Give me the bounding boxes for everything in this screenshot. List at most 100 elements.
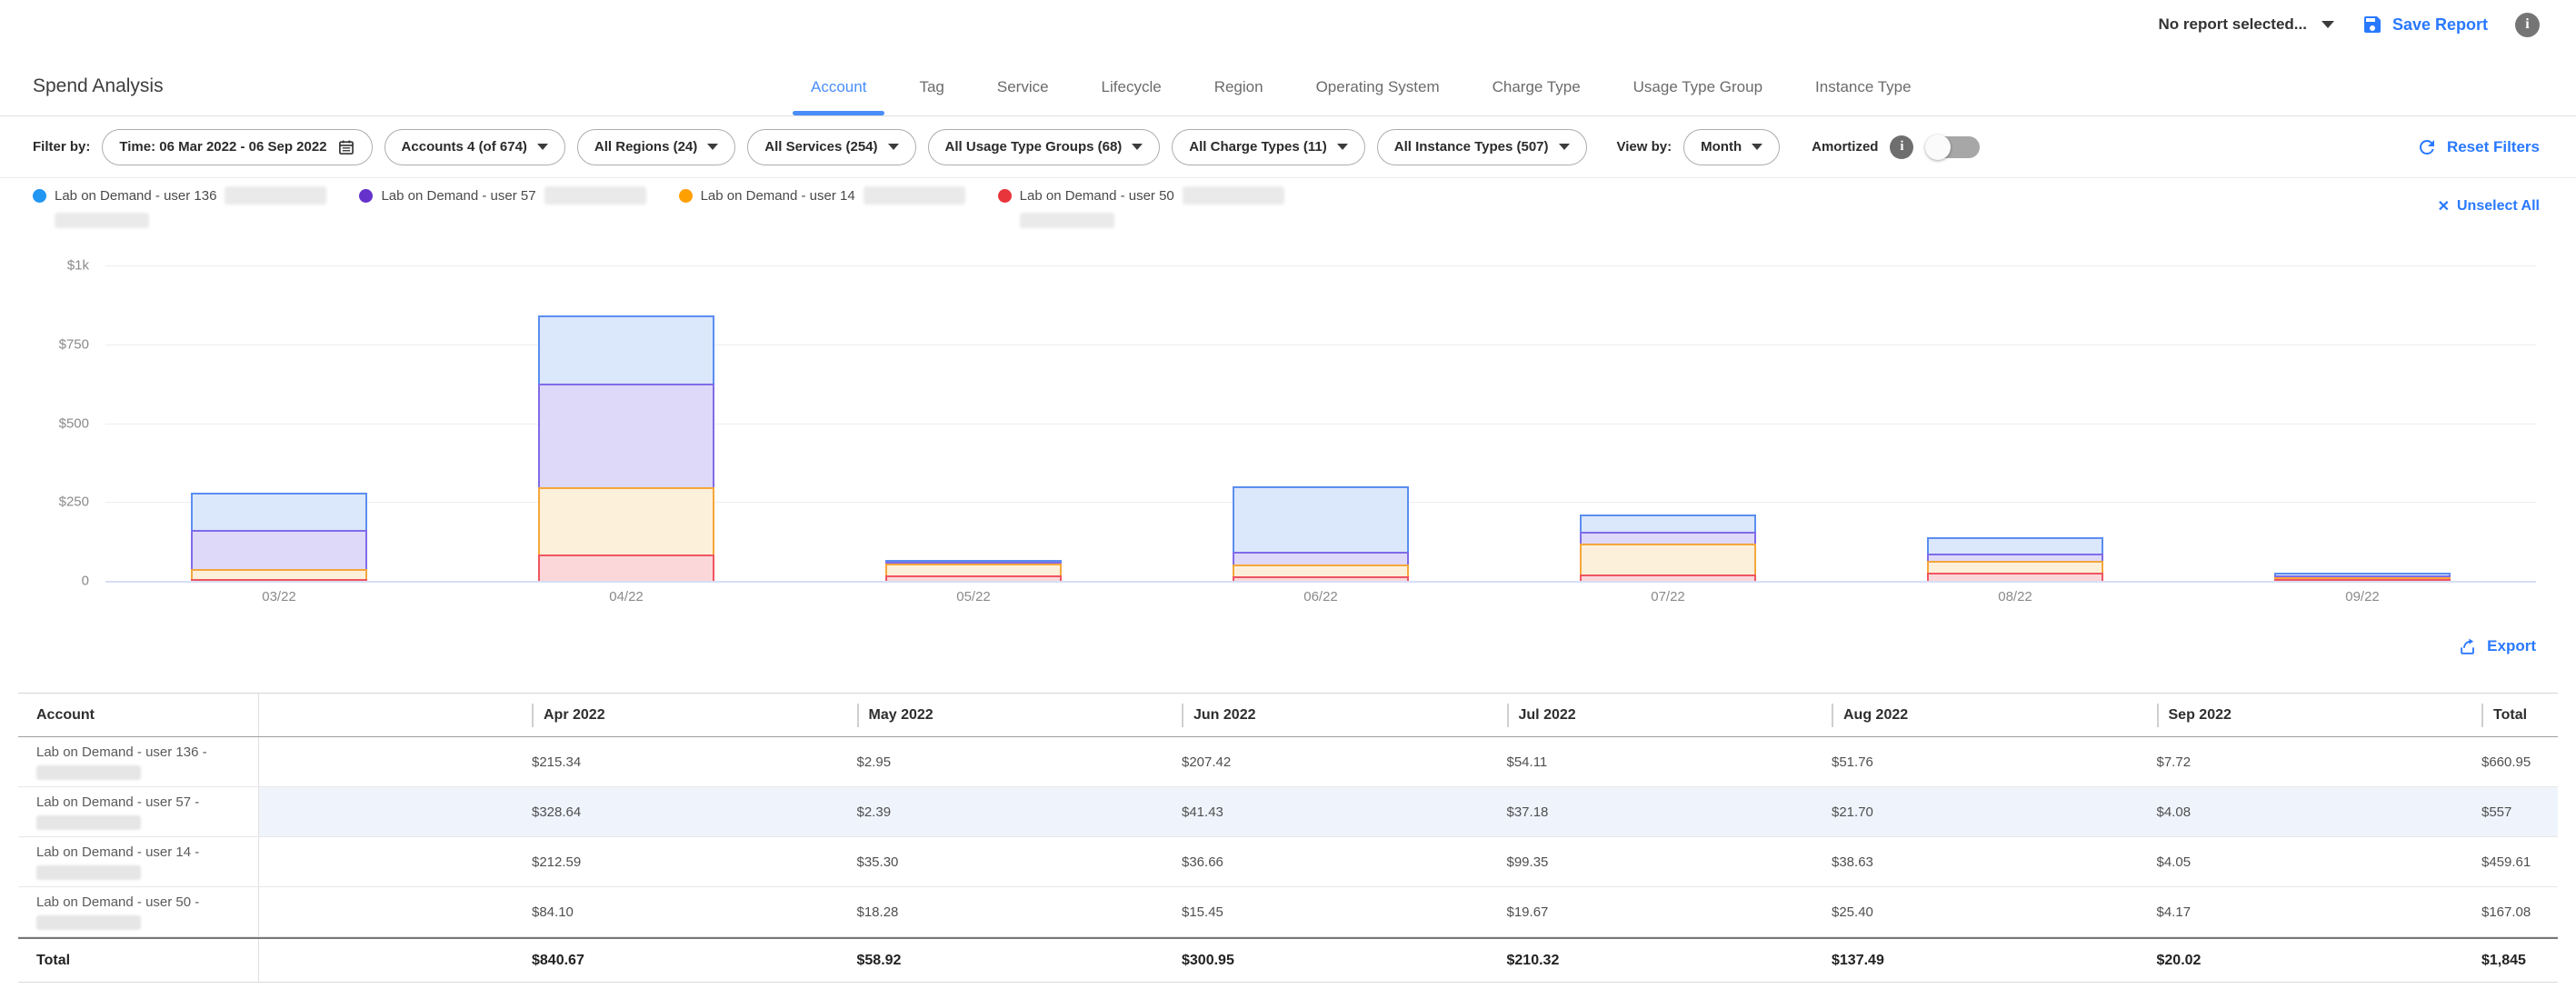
redacted-text <box>225 186 326 205</box>
cell-value: $2.39 <box>857 804 892 820</box>
bar-segment[interactable] <box>538 487 715 554</box>
column-header-label: Apr 2022 <box>544 707 605 724</box>
column-header-total[interactable]: Total <box>2471 704 2558 727</box>
bar-segment[interactable] <box>885 564 1063 574</box>
redacted-text <box>1183 186 1284 205</box>
bar-segment[interactable] <box>885 560 1063 562</box>
account-name: Lab on Demand - user 50 - <box>36 894 258 910</box>
report-selector-dropdown[interactable]: No report selected... <box>2159 15 2334 34</box>
column-header-month[interactable]: Sep 2022 <box>2146 704 2471 727</box>
info-icon[interactable]: i <box>1890 135 1913 159</box>
tab-lifecycle[interactable]: Lifecycle <box>1091 78 1173 115</box>
filter-dropdown-all-instance-types-507-[interactable]: All Instance Types (507) <box>1377 129 1587 165</box>
column-header-label: Account <box>36 707 258 724</box>
column-header-month[interactable]: Jul 2022 <box>1496 704 1822 727</box>
info-icon[interactable]: i <box>2515 13 2540 37</box>
bar-segment[interactable] <box>1927 561 2104 573</box>
cell-value: $36.66 <box>1182 854 1223 870</box>
bar-segment[interactable] <box>1233 576 1410 581</box>
table-row[interactable]: Lab on Demand - user 50 -$84.10$18.28$15… <box>18 887 2558 937</box>
chevron-down-icon <box>1132 144 1143 150</box>
report-header: No report selected... Save Report i <box>0 0 2540 49</box>
bar-segment[interactable] <box>191 569 368 579</box>
filter-dropdown-all-services-254-[interactable]: All Services (254) <box>747 129 915 165</box>
unselect-all-button[interactable]: ✕ Unselect All <box>2438 197 2540 215</box>
bar-segment[interactable] <box>2274 573 2451 575</box>
tab-charge-type[interactable]: Charge Type <box>1482 78 1592 115</box>
tab-instance-type[interactable]: Instance Type <box>1804 78 1922 115</box>
bar-segment[interactable] <box>1927 554 2104 561</box>
cell-value: $18.28 <box>857 904 899 920</box>
time-filter[interactable]: Time: 06 Mar 2022 - 06 Sep 2022 <box>102 129 372 165</box>
save-report-button[interactable]: Save Report <box>2361 14 2488 35</box>
tab-tag[interactable]: Tag <box>908 78 954 115</box>
cell-value: $4.17 <box>2157 904 2192 920</box>
column-header-month[interactable]: Apr 2022 <box>521 704 846 727</box>
value-cell: $19.67 <box>1496 904 1822 920</box>
export-button[interactable]: Export <box>2458 636 2536 656</box>
cell-value: $54.11 <box>1507 754 1548 770</box>
cell-value: $1,845 <box>2481 953 2526 969</box>
legend-item[interactable]: Lab on Demand - user 57 <box>359 186 645 205</box>
amortized-toggle[interactable] <box>1927 136 1980 158</box>
bar-segment[interactable] <box>538 384 715 487</box>
bar-segment[interactable] <box>1927 537 2104 554</box>
tab-service[interactable]: Service <box>986 78 1060 115</box>
table-row[interactable]: Lab on Demand - user 57 -$328.64$2.39$41… <box>18 787 2558 837</box>
bar-segment[interactable] <box>1233 564 1410 576</box>
bar-segment[interactable] <box>191 493 368 530</box>
column-header-month[interactable]: Jun 2022 <box>1171 704 1496 727</box>
bar-segment[interactable] <box>191 530 368 569</box>
legend-item[interactable]: Lab on Demand - user 50 <box>998 186 1284 228</box>
legend-item[interactable]: Lab on Demand - user 136 <box>33 186 326 228</box>
value-cell: $25.40 <box>1821 904 2146 920</box>
bar-segment[interactable] <box>885 575 1063 581</box>
chevron-down-icon <box>707 144 718 150</box>
bar-segment[interactable] <box>2274 579 2451 581</box>
column-tick <box>1507 704 1509 727</box>
bar-segment[interactable] <box>2274 577 2451 579</box>
filter-dropdown-label: All Usage Type Groups (68) <box>945 139 1123 155</box>
filter-dropdown-accounts-4-of-674-[interactable]: Accounts 4 (of 674) <box>384 129 565 165</box>
column-header-month[interactable]: Aug 2022 <box>1821 704 2146 727</box>
bar-segment[interactable] <box>2274 575 2451 577</box>
bar-segment[interactable] <box>1580 574 1757 581</box>
bar-segment[interactable] <box>885 562 1063 564</box>
table-header-row: AccountApr 2022May 2022Jun 2022Jul 2022A… <box>18 694 2558 737</box>
header-columns: Apr 2022 May 2022Jun 2022Jul 2022 Aug 2022… <box>259 694 2558 736</box>
tab-region[interactable]: Region <box>1203 78 1274 115</box>
chevron-down-icon <box>1559 144 1570 150</box>
value-cell: $840.67 <box>521 953 846 969</box>
page-title: Spend Analysis <box>33 75 164 97</box>
column-header-account[interactable]: Account <box>18 694 259 736</box>
legend-item-line: Lab on Demand - user 57 <box>359 186 645 205</box>
unselect-all-label: Unselect All <box>2457 198 2540 215</box>
column-header-month[interactable]: May 2022 <box>846 704 1172 727</box>
bar-segment[interactable] <box>1580 532 1757 544</box>
bar-segment[interactable] <box>1233 486 1410 552</box>
filter-dropdown-all-usage-type-groups-68-[interactable]: All Usage Type Groups (68) <box>928 129 1161 165</box>
reset-filters-button[interactable]: Reset Filters <box>2416 136 2540 158</box>
bar-segment[interactable] <box>1580 544 1757 574</box>
redacted-text <box>36 865 141 880</box>
tab-account[interactable]: Account <box>800 78 877 115</box>
bar-segment[interactable] <box>1233 552 1410 564</box>
chart-plot[interactable]: 03/2204/2205/2206/2207/2208/2209/22 <box>105 262 2536 582</box>
total-label-cell: Total <box>18 939 259 982</box>
filter-dropdown-all-regions-24-[interactable]: All Regions (24) <box>577 129 735 165</box>
bar-segment[interactable] <box>1927 573 2104 581</box>
legend-item[interactable]: Lab on Demand - user 14 <box>679 186 965 205</box>
column-header-label: Aug 2022 <box>1843 707 1908 724</box>
filter-dropdown-all-charge-types-11-[interactable]: All Charge Types (11) <box>1172 129 1364 165</box>
table-row[interactable]: Lab on Demand - user 14 -$212.59$35.30$3… <box>18 837 2558 887</box>
table-row[interactable]: Lab on Demand - user 136 -$215.34$2.95$2… <box>18 737 2558 787</box>
value-cell: $328.64 <box>521 804 846 820</box>
redacted-text <box>1020 213 1114 228</box>
tab-operating-system[interactable]: Operating System <box>1305 78 1451 115</box>
bar-segment[interactable] <box>538 554 715 581</box>
view-by-dropdown[interactable]: Month <box>1683 129 1780 165</box>
bar-segment[interactable] <box>538 315 715 384</box>
bar-segment[interactable] <box>191 579 368 581</box>
tab-usage-type-group[interactable]: Usage Type Group <box>1622 78 1773 115</box>
bar-segment[interactable] <box>1580 514 1757 532</box>
